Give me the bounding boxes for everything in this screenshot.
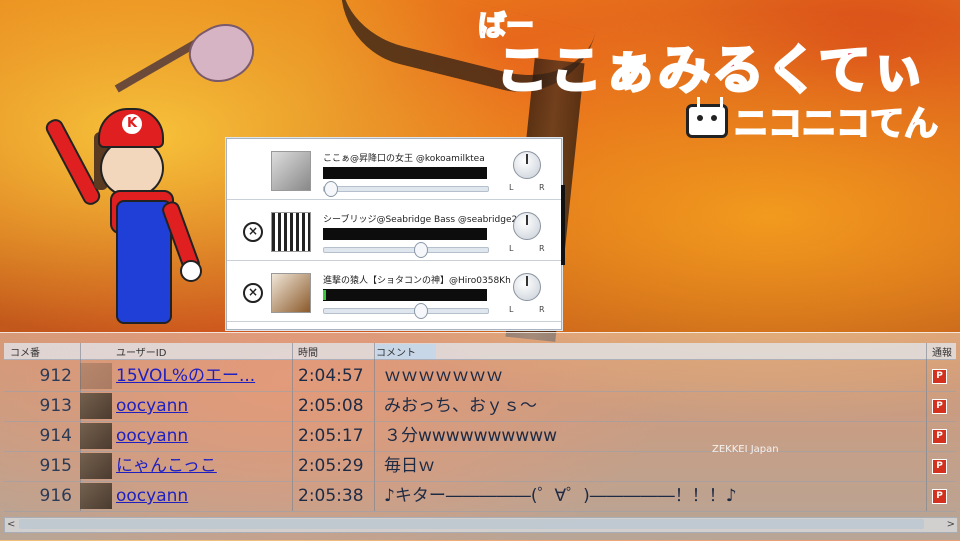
volume-slider[interactable]	[323, 303, 489, 319]
mixer-row: × 進撃の猿人【ショタコンの神】@Hiro0358Kh L R	[227, 261, 561, 322]
volume-meter	[323, 228, 487, 240]
comment-number: 915	[39, 456, 72, 476]
watermark-text: ZEKKEI Japan	[712, 444, 779, 455]
report-flag-icon[interactable]: P	[932, 369, 947, 384]
comment-time: 2:05:29	[298, 456, 364, 476]
comment-text: ｗｗｗｗｗｗｗ	[384, 366, 503, 386]
niconico-tv-icon	[686, 96, 728, 138]
user-link[interactable]: oocyann	[116, 481, 188, 511]
mixer-row: ここぁ@昇降口の女王 @kokoamilktea L R	[227, 139, 561, 200]
mascot-character: K	[42, 12, 264, 330]
comment-text: みおっち、おｙｓ～	[384, 396, 537, 416]
user-avatar	[80, 453, 112, 479]
volume-slider[interactable]	[323, 181, 489, 197]
comment-row[interactable]: 913 oocyann 2:05:08 みおっち、おｙｓ～ P	[4, 391, 956, 422]
header-number[interactable]: コメ番	[10, 344, 40, 359]
close-circle-icon[interactable]: ×	[243, 283, 263, 303]
comment-number: 912	[39, 366, 72, 386]
header-report[interactable]: 通報	[932, 344, 952, 359]
report-flag-icon[interactable]: P	[932, 459, 947, 474]
participant-avatar	[271, 151, 311, 191]
participant-name: ここぁ@昇降口の女王 @kokoamilktea	[323, 154, 485, 164]
participant-avatar	[271, 273, 311, 313]
report-flag-icon[interactable]: P	[932, 399, 947, 414]
comment-text: 毎日ｗ	[384, 456, 435, 476]
horizontal-scrollbar[interactable]: < >	[4, 517, 958, 533]
comment-text: ３分wwwwwwwwww	[384, 426, 558, 446]
meter-level	[323, 290, 326, 300]
user-link[interactable]: oocyann	[116, 391, 188, 421]
comment-number: 913	[39, 396, 72, 416]
slider-thumb[interactable]	[414, 303, 428, 319]
pan-right-label: R	[539, 183, 545, 192]
close-circle-icon[interactable]: ×	[243, 222, 263, 242]
comment-time: 2:04:57	[298, 366, 364, 386]
comment-row[interactable]: 916 oocyann 2:05:38 ♪キター―――――(゜∀゜)―――――！…	[4, 481, 956, 512]
pan-left-label: L	[509, 305, 514, 314]
pan-knob[interactable]	[513, 273, 541, 301]
user-avatar	[80, 393, 112, 419]
scroll-left-icon[interactable]: <	[7, 518, 15, 532]
user-link[interactable]: 15VOL%のエー...	[116, 361, 255, 391]
guitar-icon	[180, 12, 264, 94]
network-name: ニコニコてん	[733, 103, 939, 145]
comment-number: 916	[39, 486, 72, 506]
comment-time: 2:05:38	[298, 486, 364, 506]
comment-time: 2:05:17	[298, 426, 364, 446]
pan-knob[interactable]	[513, 212, 541, 240]
user-avatar	[80, 363, 112, 389]
mixer-scrollbar[interactable]	[561, 185, 565, 265]
comment-text: ♪キター―――――(゜∀゜)―――――！！！♪	[384, 486, 737, 506]
mixer-row: × シーブリッジ@Seabridge Bass @seabridge25... …	[227, 200, 561, 261]
comment-row[interactable]: 914 oocyann 2:05:17 ３分wwwwwwwwww P	[4, 421, 956, 452]
report-flag-icon[interactable]: P	[932, 489, 947, 504]
participant-avatar	[271, 212, 311, 252]
comment-time: 2:05:08	[298, 396, 364, 416]
comment-number: 914	[39, 426, 72, 446]
stream-title: ここぁみるくてぃ	[494, 40, 927, 103]
nico-logo-row: ニコニコてん	[686, 96, 939, 145]
mascot-overalls	[116, 200, 172, 324]
comment-row[interactable]: 912 15VOL%のエー... 2:04:57 ｗｗｗｗｗｗｗ P	[4, 361, 956, 392]
user-avatar	[80, 483, 112, 509]
report-flag-icon[interactable]: P	[932, 429, 947, 444]
cap-letter: K	[120, 112, 144, 136]
header-comment[interactable]: コメント	[376, 344, 436, 359]
pan-right-label: R	[539, 305, 545, 314]
volume-meter	[323, 167, 487, 179]
pan-left-label: L	[509, 183, 514, 192]
mascot-glove	[180, 260, 202, 282]
user-link[interactable]: にゃんこっこ	[116, 451, 217, 481]
voice-mixer-panel: ここぁ@昇降口の女王 @kokoamilktea L R × シーブリッジ@Se…	[226, 138, 565, 330]
slider-thumb[interactable]	[324, 181, 338, 197]
participant-name: シーブリッジ@Seabridge Bass @seabridge25...	[323, 215, 532, 225]
user-link[interactable]: oocyann	[116, 421, 188, 451]
comment-list-panel: コメ番 ユーザーID 時間 コメント 通報 912 15VOL%のエー... 2…	[0, 332, 960, 541]
slider-thumb[interactable]	[414, 242, 428, 258]
scrollbar-thumb[interactable]	[19, 519, 924, 529]
scroll-right-icon[interactable]: >	[947, 518, 955, 532]
pan-left-label: L	[509, 244, 514, 253]
pan-knob[interactable]	[513, 151, 541, 179]
volume-slider[interactable]	[323, 242, 489, 258]
volume-meter	[323, 289, 487, 301]
user-avatar	[80, 423, 112, 449]
comment-row[interactable]: 915 にゃんこっこ 2:05:29 毎日ｗ P	[4, 451, 956, 482]
participant-name: 進撃の猿人【ショタコンの神】@Hiro0358Kh	[323, 276, 511, 286]
pan-right-label: R	[539, 244, 545, 253]
comment-list-header: コメ番 ユーザーID 時間 コメント 通報	[4, 343, 956, 360]
header-user[interactable]: ユーザーID	[116, 344, 166, 359]
header-time[interactable]: 時間	[298, 344, 318, 359]
